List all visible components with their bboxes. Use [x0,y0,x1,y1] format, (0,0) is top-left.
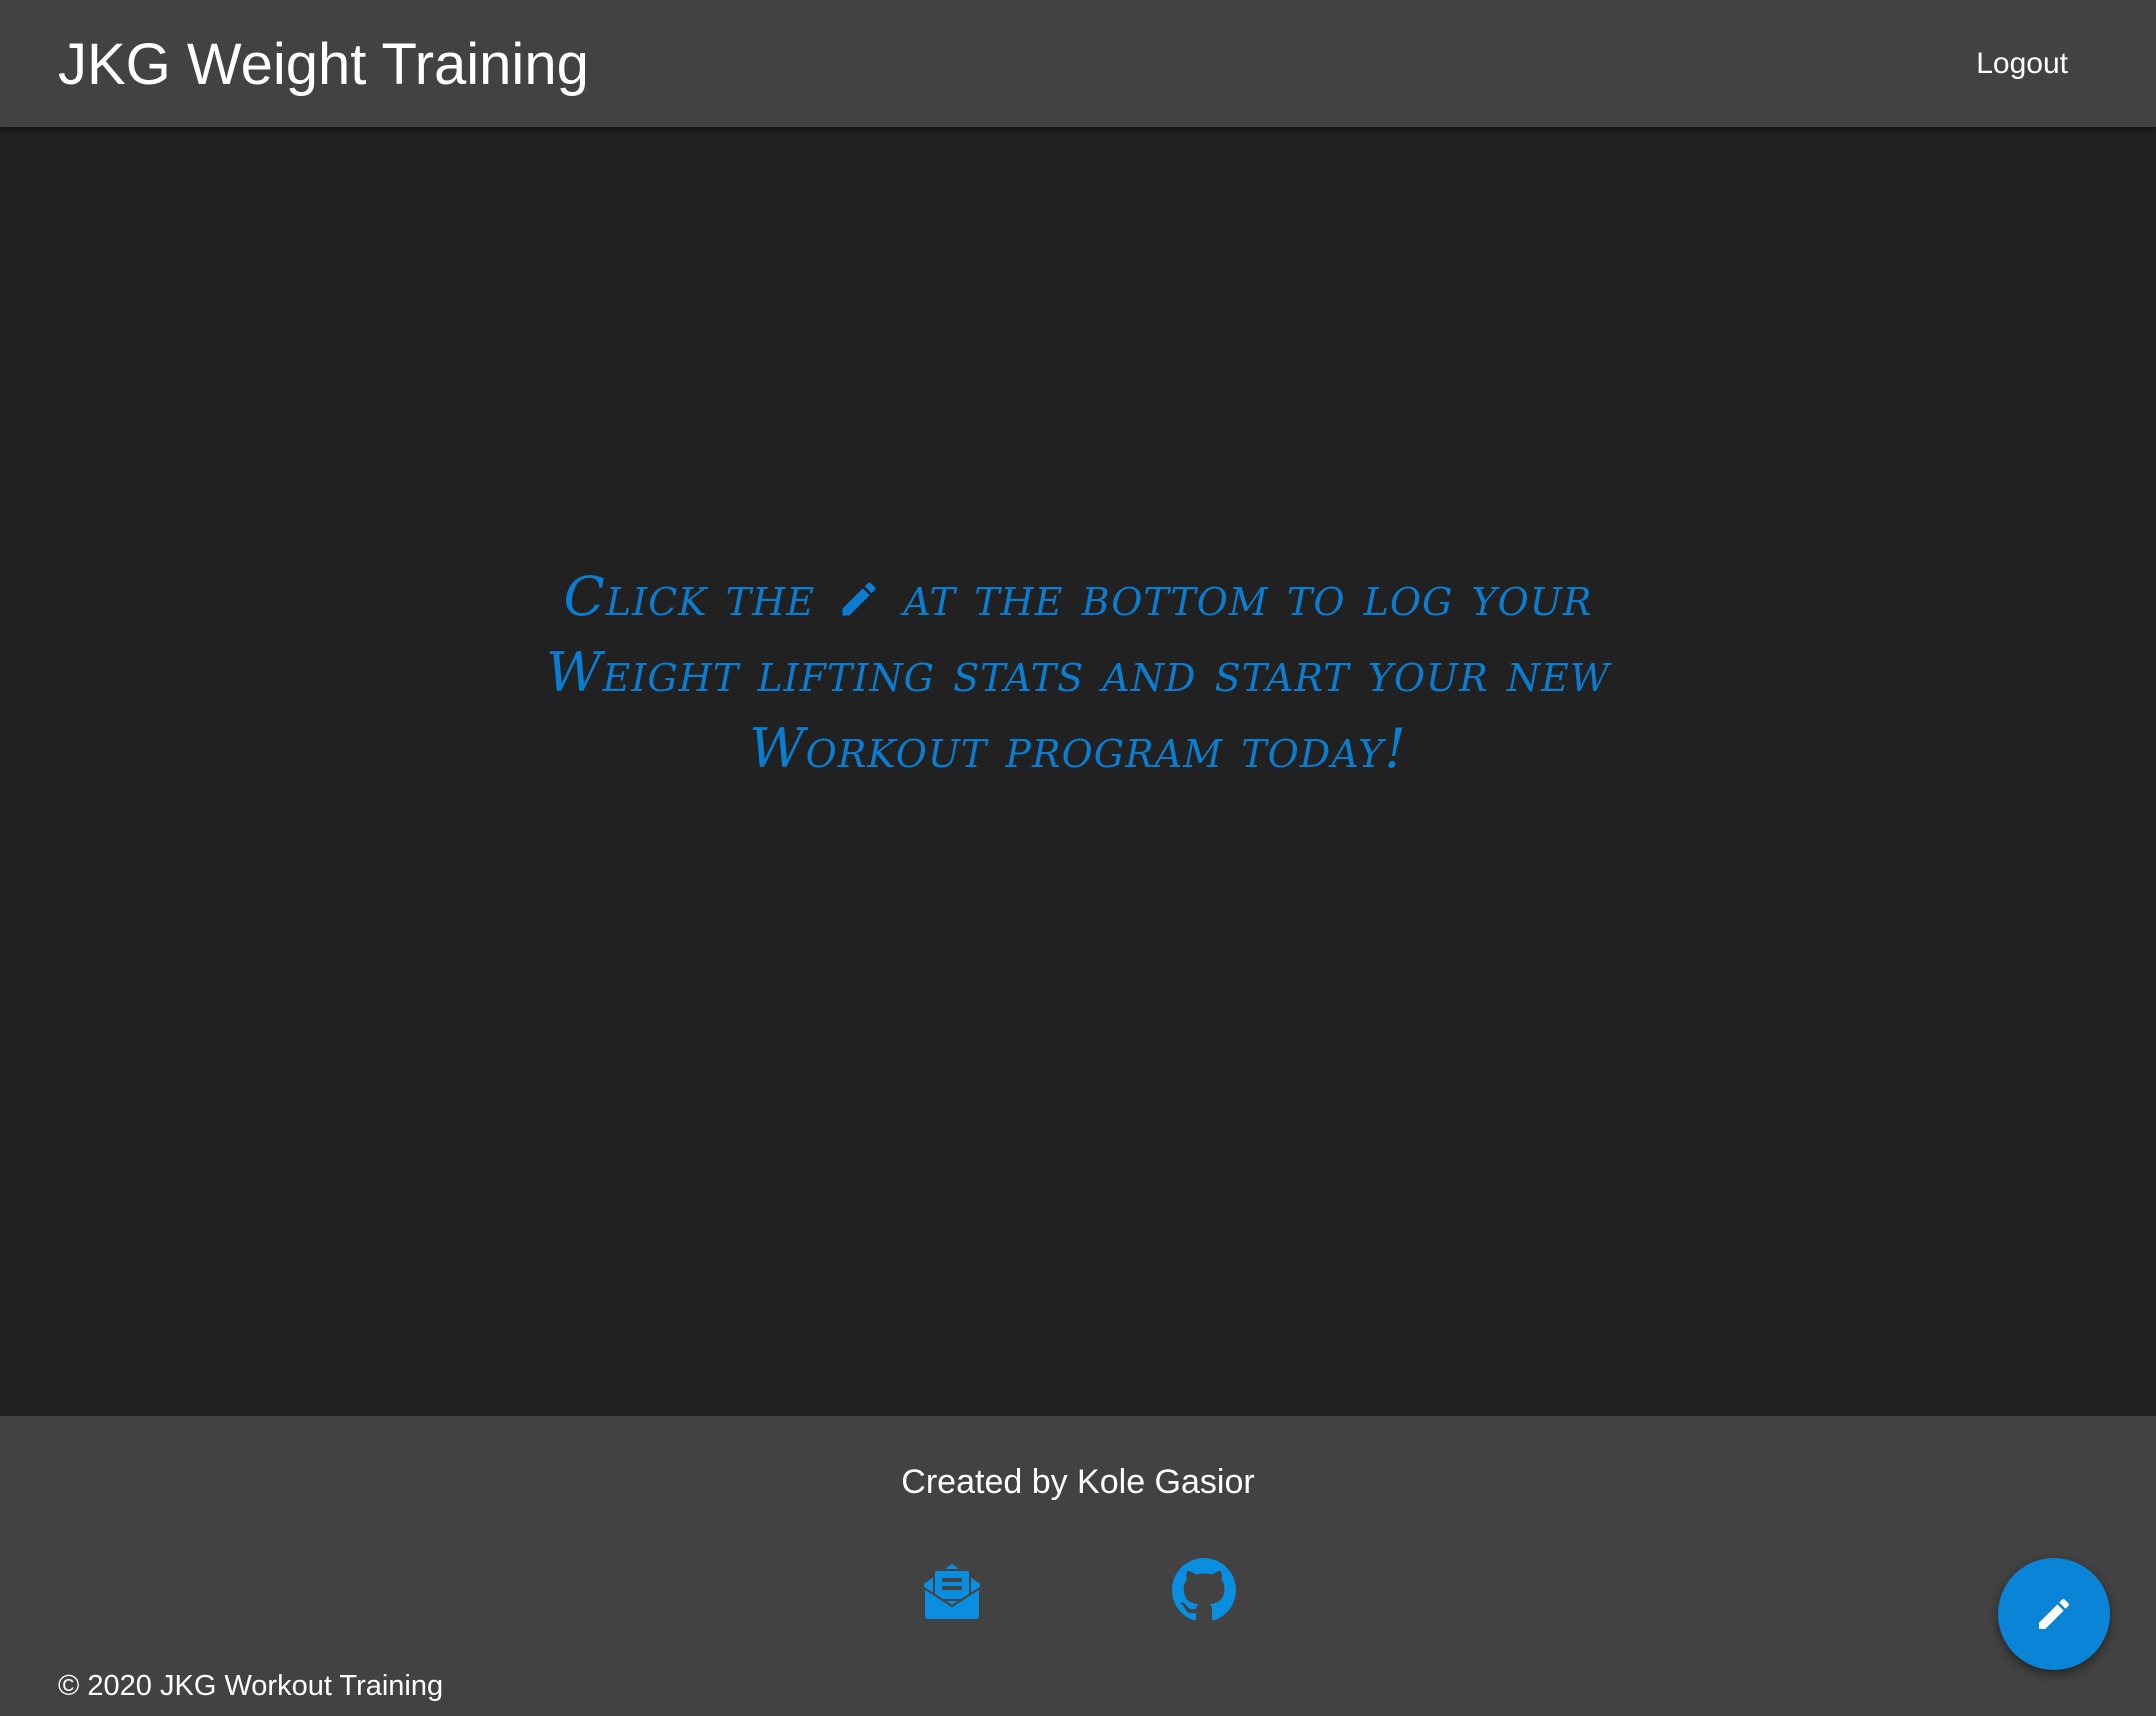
pencil-icon [837,565,881,616]
copyright-text: © 2020 JKG Workout Training [58,1670,444,1702]
app-title[interactable]: JKG Weight Training [58,30,589,100]
app-header: JKG Weight Training Logout [0,0,2156,127]
log-workout-fab-button[interactable] [1998,1558,2110,1670]
logout-button[interactable]: Logout [1976,44,2068,84]
page-footer: Created by Kole Gasior © 2020 JKG Workou… [0,1416,2156,1716]
pencil-icon [2039,1598,2070,1629]
hero-text-start: Click the [563,565,815,628]
hero-message: Click the at the bottom to log your Weig… [540,559,1616,787]
main-content: Click the at the bottom to log your Weig… [0,127,2156,1416]
created-by-text: Created by Kole Gasior [901,1463,1255,1501]
mail-icon[interactable] [920,1558,984,1622]
github-icon[interactable] [1172,1558,1236,1622]
